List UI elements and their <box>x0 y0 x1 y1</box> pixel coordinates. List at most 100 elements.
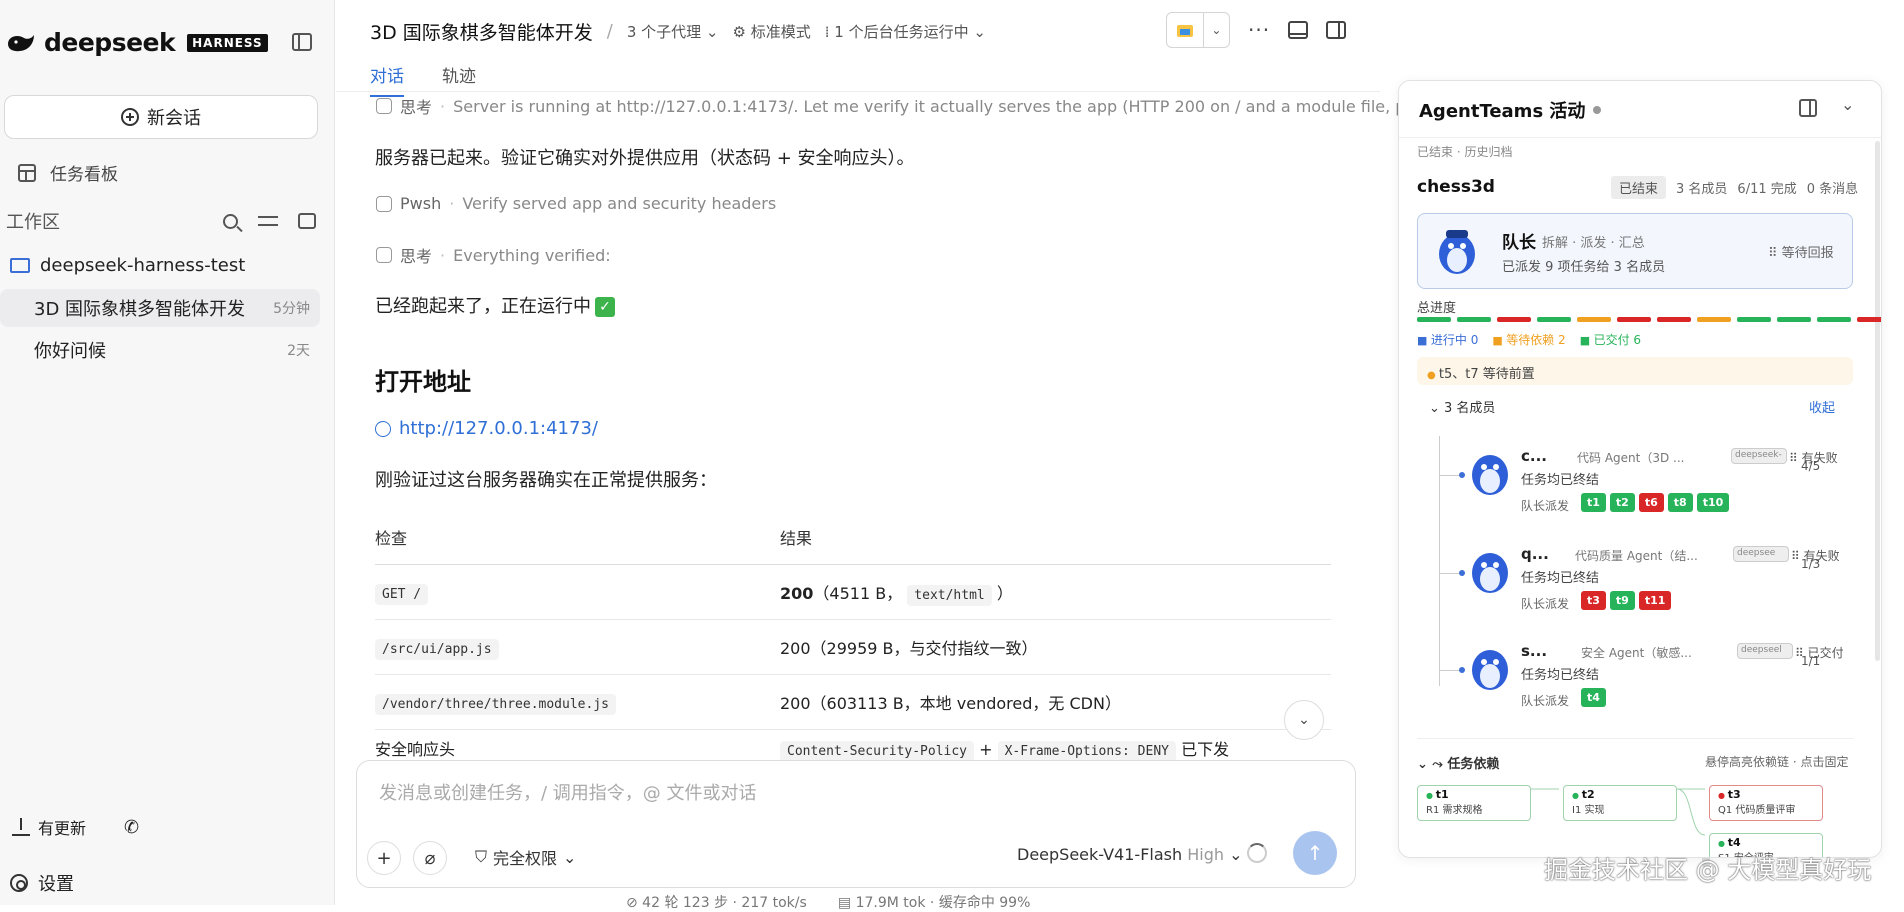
right-panel-icon[interactable] <box>1326 21 1347 39</box>
add-button[interactable]: + <box>367 841 401 875</box>
task-chip[interactable]: t10 <box>1696 493 1730 512</box>
sidebar: deepseek HARNESS 新会话 任务看板 工作区 deepseek-h… <box>0 0 335 905</box>
shield-icon: ⛉ <box>475 847 488 866</box>
deps-header[interactable]: ⌄ ⤳ 任务依赖 <box>1417 753 1499 772</box>
subagents-dropdown[interactable]: 3 个子代理 ⌄ <box>627 21 719 42</box>
search-icon[interactable] <box>223 213 238 229</box>
task-chip[interactable]: t2 <box>1609 493 1635 512</box>
conversation-title: 你好问候 <box>34 341 106 362</box>
whale-avatar-icon <box>1439 230 1475 274</box>
dependency-node[interactable]: t3 Q1 代码质量评审 <box>1709 785 1823 821</box>
task-chip[interactable]: t9 <box>1609 591 1635 610</box>
thinking-step[interactable]: 思考 · Server is running at http://127.0.0… <box>376 94 1444 118</box>
folder-open-icon[interactable] <box>1167 13 1204 47</box>
settings-label: 设置 <box>38 874 74 895</box>
url-text[interactable]: http://127.0.0.1:4173/ <box>399 418 598 439</box>
arrow-up-icon: ↑ <box>1306 841 1324 865</box>
conversation-time: 2天 <box>287 343 310 359</box>
loading-spinner <box>1247 843 1267 863</box>
task-chip[interactable]: t3 <box>1581 591 1606 610</box>
dependency-node[interactable]: t1 R1 需求规格 <box>1417 785 1531 821</box>
attach-button[interactable]: ⌀ <box>413 841 447 875</box>
more-options-icon[interactable]: ··· <box>1248 18 1270 42</box>
url-link[interactable]: http://127.0.0.1:4173/ <box>375 418 598 439</box>
composer-input[interactable]: 发消息或创建任务，/ 调用指令，@ 文件或对话 <box>379 779 757 805</box>
message-count: 0 条消息 <box>1806 182 1859 197</box>
tool-step[interactable]: Pwsh · Verify served app and security he… <box>376 194 776 213</box>
model-effort: High <box>1187 845 1224 864</box>
done-count: 6/11 完成 <box>1737 182 1797 197</box>
member-role: 代码 Agent（3D ... <box>1577 451 1685 465</box>
brain-icon <box>376 247 392 263</box>
member-count: 4/5 <box>1801 459 1821 473</box>
waiting-notice: t5、t7 等待前置 <box>1417 357 1853 385</box>
member-desc: 任务均已终结 <box>1521 571 1600 586</box>
member-count: 1/3 <box>1801 557 1821 571</box>
send-button[interactable]: ↑ <box>1293 831 1337 875</box>
model-pill: deepseek- <box>1731 448 1787 464</box>
permission-dropdown[interactable]: ⛉ 完全权限 ⌄ <box>475 845 576 869</box>
task-board-label: 任务看板 <box>50 165 118 185</box>
scroll-to-bottom-button[interactable]: ⌄ <box>1284 700 1324 740</box>
member-card[interactable]: c... 代码 Agent（3D ... deepseek- ⠿ 有失败 4/5… <box>1439 445 1859 535</box>
members-header[interactable]: ⌄ 3 名成员 <box>1429 397 1495 416</box>
dock-panel-icon[interactable] <box>1799 99 1817 117</box>
dependency-node[interactable]: t2 I1 实现 <box>1563 785 1677 821</box>
workspace-folder[interactable]: deepseek-harness-test <box>10 255 245 276</box>
member-count: 3 名成员 <box>1676 182 1728 197</box>
add-folder-icon[interactable] <box>298 213 316 229</box>
model-selector[interactable]: DeepSeek-V41-Flash High ⌄ <box>1017 845 1243 864</box>
chevron-down-icon: ⌄ <box>1298 712 1310 728</box>
settings-button[interactable]: 设置 <box>10 870 74 896</box>
tool-label: Pwsh <box>400 194 442 213</box>
member-card[interactable]: s... 安全 Agent（敏感... deepseel ⠿ 已交付 1/1 任… <box>1439 640 1859 730</box>
chevron-down-icon[interactable]: ⌄ <box>1204 13 1229 47</box>
chevron-down-icon[interactable]: ⌄ <box>1841 95 1854 114</box>
mode-indicator[interactable]: ⚙ 标准模式 <box>733 21 811 42</box>
table-row: GET / 200（4511 B， text/html ） <box>375 565 1331 620</box>
task-chip[interactable]: t1 <box>1581 493 1606 512</box>
task-chip[interactable]: t8 <box>1667 493 1693 512</box>
updates-button[interactable]: 有更新 ✆ <box>12 815 139 839</box>
whale-logo-icon <box>8 34 34 51</box>
sidebar-toggle-icon[interactable] <box>292 33 312 51</box>
chevron-down-icon: ⌄ <box>1229 845 1243 864</box>
tool-text: Verify served app and security headers <box>462 194 777 213</box>
task-chip[interactable]: t4 <box>1581 688 1606 707</box>
breadcrumb: 3D 国际象棋多智能体开发 / 3 个子代理 ⌄ ⚙ 标准模式 ⁞ 1 个后台任… <box>370 18 986 45</box>
bottom-panel-icon[interactable] <box>1288 21 1309 39</box>
token-stats: ▤ 17.9M tok · 缓存命中 99% <box>837 895 1031 911</box>
node-label: Q1 代码质量评审 <box>1718 805 1796 816</box>
new-chat-button[interactable]: 新会话 <box>4 95 318 139</box>
message-composer[interactable]: 发消息或创建任务，/ 调用指令，@ 文件或对话 + ⌀ ⛉ 完全权限 ⌄ Dee… <box>356 760 1356 888</box>
task-chip[interactable]: t6 <box>1638 493 1664 512</box>
member-count: 1/1 <box>1801 654 1821 668</box>
filter-icon[interactable] <box>258 211 278 231</box>
member-card[interactable]: q... 代码质量 Agent（结... deepsee ⠿ 有失败 1/3 任… <box>1439 543 1859 633</box>
download-icon <box>12 818 30 836</box>
leader-card[interactable]: 队长 拆解 · 派发 · 汇总 已派发 9 项任务给 3 名成员 ⠿ 等待回报 <box>1417 213 1853 289</box>
conversation-item[interactable]: 3D 国际象棋多智能体开发 5分钟 <box>0 289 320 327</box>
team-meta: 已结束 3 名成员 6/11 完成 0 条消息 <box>1611 176 1858 199</box>
table-cell: 200（4511 B， text/html ） <box>780 580 1331 606</box>
phone-icon[interactable]: ✆ <box>124 817 139 838</box>
progress-segments <box>1417 317 1881 322</box>
whale-avatar-icon <box>1472 650 1508 690</box>
member-desc: 任务均已终结 <box>1521 473 1600 488</box>
collapse-link[interactable]: 收起 <box>1809 397 1835 416</box>
brand-logo[interactable]: deepseek HARNESS <box>6 28 268 57</box>
progress-label: 总进度 <box>1417 301 1457 316</box>
bg-tasks-dropdown[interactable]: ⁞ 1 个后台任务运行中 ⌄ <box>825 21 986 42</box>
conversation-item[interactable]: 你好问候 2天 <box>0 331 320 369</box>
agent-teams-panel: AgentTeams 活动 ⌄ 已结束 · 历史归档 chess3d 已结束 3… <box>1398 80 1882 858</box>
panel-scrollbar[interactable] <box>1875 141 1880 661</box>
thinking-step[interactable]: 思考 · Everything verified: <box>376 243 611 267</box>
task-chip[interactable]: t11 <box>1638 591 1672 610</box>
table-row: /src/ui/app.js 200（29959 B，与交付指纹一致） <box>375 620 1331 675</box>
task-board-link[interactable]: 任务看板 <box>18 160 118 185</box>
open-folder-split-button[interactable]: ⌄ <box>1166 12 1230 48</box>
legend-running: 进行中 0 <box>1417 331 1478 348</box>
assistant-paragraph: 服务器已起来。验证它确实对外提供应用（状态码 + 安全响应头）。 <box>375 148 915 169</box>
table-cell: 200（603113 B，本地 vendored，无 CDN） <box>780 694 1121 713</box>
archived-label: 已结束 · 历史归档 <box>1417 145 1513 159</box>
